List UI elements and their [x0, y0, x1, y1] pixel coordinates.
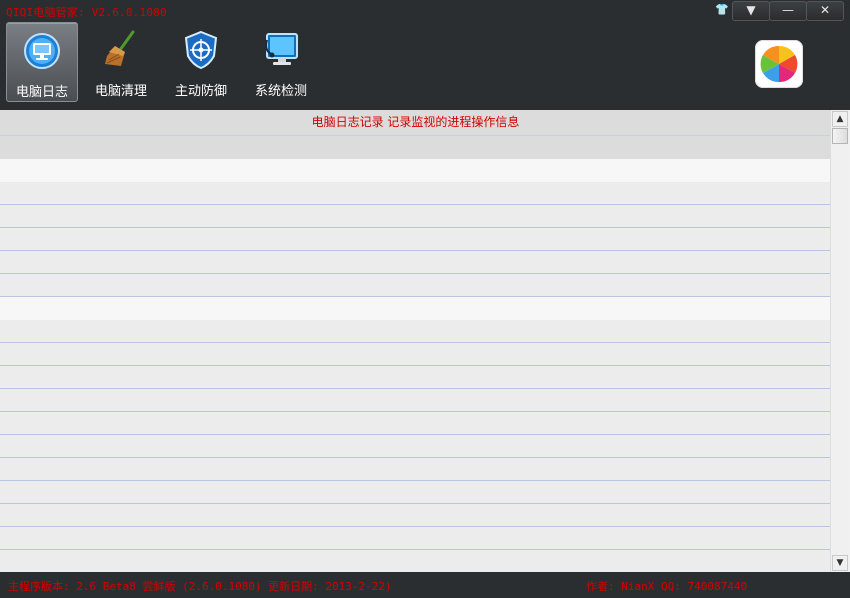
tool-active-defense[interactable]: 主动防御: [166, 22, 236, 100]
author-info: 作者: NianX QQ: 740087440: [586, 580, 748, 593]
list-item[interactable]: [0, 550, 831, 573]
log-panel: 电脑日志记录 记录监视的进程操作信息 ▲ ▼: [0, 110, 850, 573]
close-icon: ✕: [819, 3, 831, 17]
colorful-logo-icon: [760, 45, 798, 83]
skin-button[interactable]: 👕: [714, 3, 730, 17]
tool-label: 电脑日志: [15, 85, 68, 100]
list-item[interactable]: [0, 136, 831, 159]
list-item[interactable]: [0, 274, 831, 297]
app-title: QIQI电脑管家: V2.6.0.1080: [6, 6, 167, 19]
scroll-down-button[interactable]: ▼: [832, 555, 848, 571]
monitor-icon: [24, 33, 60, 69]
tool-computer-clean[interactable]: 电脑清理: [86, 22, 156, 100]
log-header: 电脑日志记录 记录监视的进程操作信息: [0, 110, 831, 136]
list-item[interactable]: [0, 527, 831, 550]
list-item[interactable]: [0, 389, 831, 412]
list-item[interactable]: [0, 182, 831, 205]
title-bar: QIQI电脑管家: V2.6.0.1080 👕 ▼ — ✕: [0, 0, 850, 22]
tool-label: 系统检测: [254, 84, 307, 99]
minimize-icon: —: [782, 3, 794, 17]
arrow-down-icon: ▼: [836, 558, 844, 568]
list-item[interactable]: [0, 251, 831, 274]
list-item[interactable]: [0, 366, 831, 389]
scroll-up-button[interactable]: ▲: [832, 111, 848, 127]
list-item[interactable]: [0, 481, 831, 504]
minimize-button[interactable]: —: [769, 1, 807, 21]
list-item[interactable]: [0, 205, 831, 228]
menu-down-icon: ▼: [746, 3, 756, 17]
tshirt-icon: 👕: [715, 3, 729, 16]
tool-system-check[interactable]: 系统检测: [246, 22, 316, 100]
menu-button[interactable]: ▼: [732, 1, 770, 21]
brand-logo[interactable]: [755, 40, 803, 88]
scroll-thumb[interactable]: [832, 128, 848, 144]
list-item[interactable]: [0, 435, 831, 458]
list-item[interactable]: [0, 159, 831, 182]
window-controls: ▼ — ✕: [732, 1, 844, 21]
shield-icon: [184, 30, 218, 70]
list-item[interactable]: [0, 320, 831, 343]
list-item[interactable]: [0, 504, 831, 527]
list-item[interactable]: [0, 412, 831, 435]
arrow-up-icon: ▲: [836, 114, 844, 124]
tool-label: 电脑清理: [94, 84, 147, 99]
list-item[interactable]: [0, 458, 831, 481]
close-button[interactable]: ✕: [806, 1, 844, 21]
broom-icon: [105, 30, 135, 66]
list-item[interactable]: [0, 297, 831, 320]
log-list[interactable]: [0, 136, 831, 573]
system-check-icon: [265, 33, 298, 65]
list-item[interactable]: [0, 343, 831, 366]
tool-computer-log[interactable]: 电脑日志: [6, 22, 78, 102]
main-toolbar: 电脑日志 电脑清理 主动防御 系统检测: [0, 22, 850, 109]
tool-label: 主动防御: [174, 84, 227, 99]
version-info: 主程序版本: 2.6 Beta8 尝鲜版 (2.6.0.1080) 更新日期: …: [8, 580, 392, 593]
vertical-scrollbar[interactable]: ▲ ▼: [830, 110, 849, 572]
list-item[interactable]: [0, 228, 831, 251]
status-bar: 主程序版本: 2.6 Beta8 尝鲜版 (2.6.0.1080) 更新日期: …: [0, 572, 850, 598]
